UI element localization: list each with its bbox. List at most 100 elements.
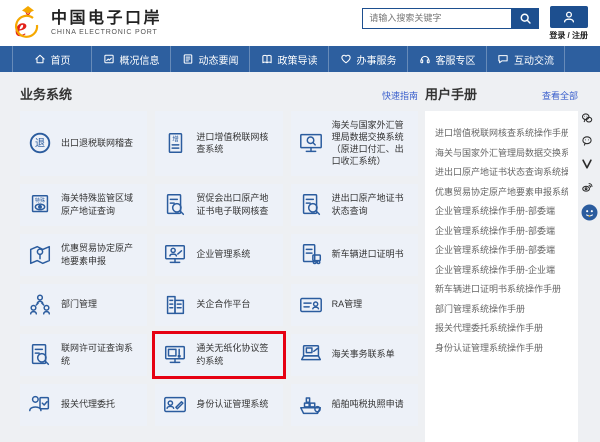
wechat-icon[interactable] bbox=[581, 112, 598, 129]
nav-item-1[interactable]: 概况信息 bbox=[91, 46, 170, 72]
building-icon bbox=[162, 292, 188, 318]
manual-item[interactable]: 进出口原产地证书状态查询系统操 bbox=[435, 163, 568, 183]
person-clipboard-icon bbox=[27, 392, 53, 418]
business-card-label: 报关代理委托 bbox=[61, 398, 115, 410]
monitor-sign-icon bbox=[162, 342, 188, 368]
business-card[interactable]: 部门管理 bbox=[20, 284, 147, 326]
business-card-label: 进出口原产地证书状态查询 bbox=[332, 192, 411, 216]
business-card[interactable]: 身份认证管理系统 bbox=[155, 384, 282, 426]
v-share-icon[interactable] bbox=[581, 158, 598, 175]
manual-item[interactable]: 部门管理系统操作手册 bbox=[435, 300, 568, 320]
special-eye-icon: 特殊 bbox=[27, 192, 53, 218]
clipboard-truck-icon bbox=[298, 242, 324, 268]
nav-item-6[interactable]: 互动交流 bbox=[486, 46, 565, 72]
business-card-label: 出口退税联网稽查 bbox=[61, 137, 133, 149]
business-card[interactable]: 新车辆进口证明书 bbox=[291, 234, 418, 276]
id-sign-icon bbox=[162, 392, 188, 418]
brand-title: 中国电子口岸 bbox=[51, 10, 162, 28]
business-card[interactable]: 进出口原产地证书状态查询 bbox=[291, 184, 418, 226]
home-icon bbox=[34, 53, 46, 65]
business-card[interactable]: 增进口增值税联网核查系统 bbox=[155, 111, 282, 176]
manual-item[interactable]: 报关代理委托系统操作手册 bbox=[435, 319, 568, 339]
nav-item-label: 互动交流 bbox=[514, 52, 554, 67]
manual-item[interactable]: 进口增值税联网核查系统操作手册 bbox=[435, 124, 568, 144]
brand-subtitle: CHINA ELECTRONIC PORT bbox=[51, 29, 162, 36]
business-card[interactable]: 关企合作平台 bbox=[155, 284, 282, 326]
manual-item[interactable]: 海关与国家外汇管理局数据交换系 bbox=[435, 144, 568, 164]
business-card-label: 优惠贸易协定原产地要素申报 bbox=[61, 242, 140, 266]
search-button[interactable] bbox=[512, 8, 539, 29]
search-icon bbox=[519, 12, 532, 25]
login-register-link[interactable]: 登录 / 注册 bbox=[549, 30, 588, 41]
business-card[interactable]: 退 出口退税联网稽查 bbox=[20, 111, 147, 176]
monitor-search-icon bbox=[298, 130, 324, 156]
document-search-icon bbox=[298, 192, 324, 218]
nav-item-5[interactable]: 客服专区 bbox=[407, 46, 486, 72]
nav-item-2[interactable]: 动态要闻 bbox=[170, 46, 249, 72]
qq-icon[interactable] bbox=[581, 204, 598, 221]
id-card-icon bbox=[298, 292, 324, 318]
search-input[interactable] bbox=[362, 8, 512, 29]
business-card-label: 部门管理 bbox=[61, 298, 97, 310]
business-card[interactable]: 报关代理委托 bbox=[20, 384, 147, 426]
manual-section-title: 用户手册 bbox=[425, 84, 477, 103]
manual-item[interactable]: 企业管理系统操作手册-部委端 bbox=[435, 202, 568, 222]
user-button[interactable] bbox=[550, 6, 588, 28]
monitor-person-icon bbox=[162, 242, 188, 268]
brand: 中国电子口岸 CHINA ELECTRONIC PORT bbox=[51, 10, 162, 35]
business-card[interactable]: 贸促会出口原产地证书电子联网核查 bbox=[155, 184, 282, 226]
news-icon bbox=[182, 53, 194, 65]
user-area: 登录 / 注册 bbox=[549, 6, 588, 41]
svg-text:退: 退 bbox=[35, 138, 45, 150]
business-card-label: 企业管理系统 bbox=[196, 248, 250, 260]
nav-item-0[interactable]: 首页 bbox=[12, 46, 91, 72]
business-card-highlighted[interactable]: 通关无纸化协议签约系统 bbox=[155, 334, 282, 376]
svg-text:特殊: 特殊 bbox=[35, 196, 45, 203]
nav-item-label: 客服专区 bbox=[436, 52, 476, 67]
ship-icon bbox=[298, 392, 324, 418]
manual-item[interactable]: 身份认证管理系统操作手册 bbox=[435, 339, 568, 359]
business-card-label: 身份认证管理系统 bbox=[196, 398, 268, 410]
manual-item[interactable]: 新车辆进口证明书系统操作手册 bbox=[435, 280, 568, 300]
manual-item[interactable]: 企业管理系统操作手册-部委端 bbox=[435, 222, 568, 242]
manual-item[interactable]: 优惠贸易协定原产地要素申报系统 bbox=[435, 183, 568, 203]
business-card[interactable]: RA管理 bbox=[291, 284, 418, 326]
nav-item-3[interactable]: 政策导读 bbox=[249, 46, 328, 72]
quick-guide-link[interactable]: 快速指南 bbox=[382, 89, 418, 102]
tax-refund-circle-icon: 退 bbox=[27, 130, 53, 156]
business-card[interactable]: 特殊 海关特殊监管区域原产地证查询 bbox=[20, 184, 147, 226]
business-card[interactable]: 联网许可证查询系统 bbox=[20, 334, 147, 376]
business-card[interactable]: 海关与国家外汇管理局数据交换系统 （原进口付汇、出口收汇系统） bbox=[291, 111, 418, 176]
user-icon bbox=[562, 10, 576, 24]
business-section-header: 业务系统 快速指南 bbox=[20, 84, 418, 103]
nav-item-label: 政策导读 bbox=[278, 52, 318, 67]
business-card-label: 通关无纸化协议签约系统 bbox=[196, 342, 275, 366]
social-bar bbox=[579, 112, 599, 221]
view-all-link[interactable]: 查看全部 bbox=[542, 89, 578, 102]
business-grid: 退 出口退税联网稽查 增进口增值税联网核查系统 海关与国家外汇管理局数据交换系统 （原… bbox=[20, 111, 418, 426]
business-card-label: 联网许可证查询系统 bbox=[61, 342, 140, 366]
nav-item-4[interactable]: 办事服务 bbox=[328, 46, 407, 72]
manual-item[interactable]: 企业管理系统操作手册-企业端 bbox=[435, 261, 568, 281]
book-icon bbox=[261, 53, 273, 65]
headset-icon bbox=[419, 53, 431, 65]
manual-list: 进口增值税联网核查系统操作手册海关与国家外汇管理局数据交换系进出口原产地证书状态… bbox=[425, 111, 578, 442]
business-card[interactable]: 海关事务联系单 bbox=[291, 334, 418, 376]
nav-item-label: 办事服务 bbox=[357, 52, 397, 67]
main-nav: 首页 概况信息动态要闻 政策导读 办事服务 客服专区 互动交流 bbox=[0, 46, 600, 72]
business-card[interactable]: 船舶吨税执照申请 bbox=[291, 384, 418, 426]
business-section-title: 业务系统 bbox=[20, 84, 72, 103]
chat-icon bbox=[497, 53, 509, 65]
business-card-label: 海关与国家外汇管理局数据交换系统 （原进口付汇、出口收汇系统） bbox=[332, 119, 411, 168]
manual-item[interactable]: 企业管理系统操作手册-部委端 bbox=[435, 241, 568, 261]
weibo-icon[interactable] bbox=[581, 181, 598, 198]
business-card-label: 海关特殊监管区域原产地证查询 bbox=[61, 192, 140, 216]
chat-bubble-icon[interactable] bbox=[581, 135, 598, 152]
heart-icon bbox=[340, 53, 352, 65]
business-card[interactable]: 企业管理系统 bbox=[155, 234, 282, 276]
business-card-label: RA管理 bbox=[332, 298, 363, 310]
nav-item-label: 首页 bbox=[51, 52, 71, 67]
overview-icon bbox=[103, 53, 115, 65]
laptop-icon bbox=[298, 342, 324, 368]
business-card[interactable]: 优惠贸易协定原产地要素申报 bbox=[20, 234, 147, 276]
